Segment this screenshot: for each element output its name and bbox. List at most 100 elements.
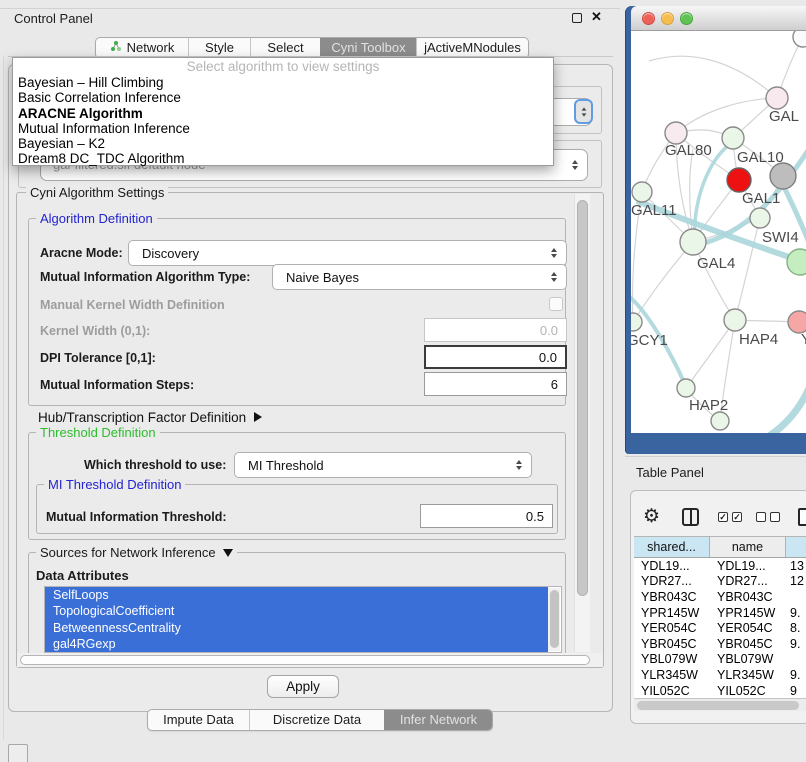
- data-attributes-list[interactable]: SelfLoopsTopologicalCoefficientBetweenne…: [44, 586, 562, 653]
- network-node[interactable]: [665, 122, 687, 144]
- table-horizontal-scrollbar[interactable]: [634, 698, 806, 711]
- network-node[interactable]: [632, 182, 652, 202]
- network-tab-icon: [110, 38, 122, 58]
- table-row[interactable]: YLR345WYLR345W9.: [634, 667, 806, 683]
- threshold-definition-title: Threshold Definition: [36, 425, 160, 440]
- mi-threshold-field[interactable]: 0.5: [420, 504, 553, 528]
- split-columns-icon[interactable]: [682, 508, 699, 526]
- column-header-shared-name[interactable]: shared...: [634, 537, 710, 557]
- table-hscroll-thumb[interactable]: [637, 701, 799, 710]
- kernel-width-field[interactable]: 0.0: [424, 318, 567, 342]
- network-node[interactable]: [750, 208, 770, 228]
- window-zoom-icon[interactable]: [680, 12, 693, 25]
- tab-network[interactable]: Network: [96, 38, 188, 58]
- table-body: YDL19...YDL19...13YDR27...YDR27...12YBR0…: [634, 558, 806, 698]
- table-cell: YDR27...: [634, 574, 710, 588]
- collapse-down-icon[interactable]: [223, 549, 233, 557]
- network-window-titlebar[interactable]: [631, 6, 806, 31]
- tab-discretize-data[interactable]: Discretize Data: [249, 710, 384, 730]
- table-row[interactable]: YBR043CYBR043C: [634, 589, 806, 605]
- network-node[interactable]: [711, 412, 729, 430]
- algorithm-option[interactable]: Bayesian – Hill Climbing: [13, 75, 553, 90]
- settings-hscroll-thumb[interactable]: [20, 655, 590, 665]
- network-node[interactable]: [631, 313, 642, 331]
- mi-type-arrows-icon: [551, 272, 557, 282]
- algorithm-option[interactable]: Bayesian – K2: [13, 136, 553, 151]
- algorithm-option[interactable]: Mutual Information Inference: [13, 121, 553, 136]
- attributes-scrollbar[interactable]: [548, 588, 560, 651]
- network-node[interactable]: [793, 31, 806, 47]
- show-columns-icon[interactable]: ✓ ✓: [718, 512, 742, 522]
- attributes-scrollbar-thumb[interactable]: [550, 590, 559, 648]
- algorithm-option[interactable]: ARACNE Algorithm: [13, 106, 553, 121]
- table-row[interactable]: YDR27...YDR27...12: [634, 574, 806, 590]
- hub-definition-row[interactable]: Hub/Transcription Factor Definition: [38, 408, 262, 426]
- which-threshold-combo[interactable]: MI Threshold: [234, 452, 532, 478]
- tab-cyni-toolbox[interactable]: Cyni Toolbox: [320, 38, 416, 58]
- network-node-label: GAL4: [697, 255, 735, 272]
- network-node-label: SWI4: [762, 229, 799, 246]
- algorithm-option[interactable]: Dream8 DC_TDC Algorithm: [13, 151, 553, 166]
- table-cell: YDL19...: [634, 559, 710, 573]
- algorithm-option[interactable]: Basic Correlation Inference: [13, 90, 553, 105]
- bottom-tabs: Impute Data Discretize Data Infer Networ…: [147, 709, 493, 731]
- network-node-label: HAP2: [689, 397, 728, 414]
- collapsed-panel-grip[interactable]: [8, 744, 28, 762]
- window-close-icon[interactable]: [642, 12, 655, 25]
- network-node[interactable]: [724, 309, 746, 331]
- column-header-partial[interactable]: [786, 537, 806, 557]
- tab-infer-network[interactable]: Infer Network: [384, 710, 492, 730]
- network-node-label: GAL80: [665, 142, 712, 159]
- network-node[interactable]: [677, 379, 695, 397]
- unchecked-box-icon: [770, 512, 780, 522]
- tab-style[interactable]: Style: [188, 38, 250, 58]
- hide-columns-icon[interactable]: [756, 512, 780, 522]
- network-node[interactable]: [727, 168, 751, 192]
- network-view[interactable]: GALGAL80GAL10GAL1SWI4GAL11GAL4GCY1HAP4YH…: [631, 31, 806, 433]
- network-node-label: HAP4: [739, 331, 778, 348]
- table-settings-gear-icon[interactable]: ⚙: [643, 507, 660, 526]
- table-cell: YPR145W: [710, 606, 786, 620]
- tab-jactivemnodules[interactable]: jActiveMNodules: [416, 38, 528, 58]
- close-panel-icon[interactable]: ✕: [591, 9, 602, 25]
- network-node[interactable]: [770, 163, 796, 189]
- attribute-list-item[interactable]: BetweennessCentrality: [45, 620, 548, 636]
- network-node[interactable]: [680, 229, 706, 255]
- network-node-label: GAL1: [742, 190, 780, 207]
- attribute-list-item[interactable]: SelfLoops: [45, 587, 548, 603]
- window-minimize-icon[interactable]: [661, 12, 674, 25]
- network-node[interactable]: [722, 127, 744, 149]
- network-node[interactable]: [788, 311, 806, 333]
- table-row[interactable]: YIL052CYIL052C9: [634, 683, 806, 698]
- table-row[interactable]: YPR145WYPR145W9.: [634, 605, 806, 621]
- tab-impute-data[interactable]: Impute Data: [148, 710, 249, 730]
- dpi-tolerance-field[interactable]: 0.0: [424, 345, 567, 369]
- table-row[interactable]: YDL19...YDL19...13: [634, 558, 806, 574]
- export-table-icon[interactable]: [798, 508, 806, 526]
- apply-button[interactable]: Apply: [267, 675, 339, 698]
- expand-right-icon[interactable]: [254, 412, 262, 422]
- float-panel-icon[interactable]: [572, 13, 582, 23]
- aracne-mode-combo[interactable]: Discovery: [128, 240, 567, 266]
- column-header-name[interactable]: name: [710, 537, 786, 557]
- table-row[interactable]: YBL079WYBL079W: [634, 652, 806, 668]
- manual-kernel-width-checkbox[interactable]: [549, 297, 563, 311]
- network-node[interactable]: [766, 87, 788, 109]
- mi-algorithm-type-combo[interactable]: Naive Bayes: [272, 264, 567, 290]
- table-row[interactable]: YER054CYER054C8.: [634, 620, 806, 636]
- settings-horizontal-scrollbar[interactable]: [17, 653, 603, 667]
- attribute-list-item[interactable]: gal4RGexp: [45, 636, 548, 652]
- table-data-combo-arrows-icon: [572, 160, 578, 170]
- algorithm-select-combo-button[interactable]: [574, 99, 593, 124]
- attribute-list-item[interactable]: TopologicalCoefficient: [45, 603, 548, 619]
- table-row[interactable]: YBR045CYBR045C9.: [634, 636, 806, 652]
- tab-select[interactable]: Select: [250, 38, 320, 58]
- settings-vertical-scrollbar[interactable]: [574, 194, 590, 652]
- settings-vscroll-thumb[interactable]: [577, 200, 588, 596]
- which-threshold-label: Which threshold to use:: [84, 458, 226, 472]
- table-cell: YIL052C: [634, 684, 710, 698]
- mi-steps-field[interactable]: 6: [424, 372, 567, 396]
- network-node[interactable]: [787, 249, 806, 275]
- cyni-algorithm-settings-title: Cyni Algorithm Settings: [26, 185, 168, 200]
- sources-title-row[interactable]: Sources for Network Inference: [36, 545, 237, 560]
